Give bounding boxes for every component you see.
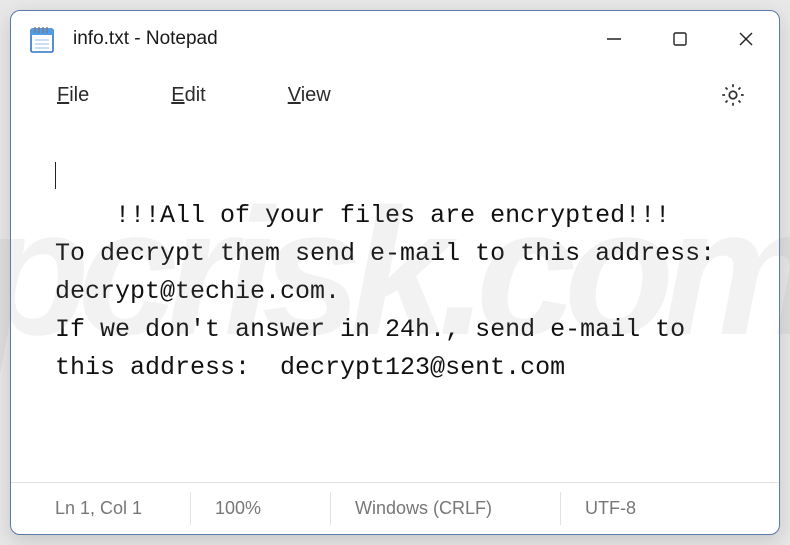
maximize-button[interactable] (647, 11, 713, 67)
status-position: Ln 1, Col 1 (11, 492, 191, 526)
text-area[interactable]: !!!All of your files are encrypted!!! To… (11, 123, 779, 482)
titlebar[interactable]: info.txt - Notepad (11, 11, 779, 67)
text-caret (55, 162, 56, 189)
settings-button[interactable] (715, 77, 751, 113)
notepad-window: info.txt - Notepad File Edit View !!!All… (10, 10, 780, 535)
window-controls (581, 11, 779, 67)
statusbar: Ln 1, Col 1 100% Windows (CRLF) UTF-8 (11, 482, 779, 534)
menubar: File Edit View (11, 67, 779, 123)
minimize-button[interactable] (581, 11, 647, 67)
status-zoom: 100% (191, 492, 331, 526)
notepad-icon (29, 24, 55, 54)
document-text: !!!All of your files are encrypted!!! To… (55, 201, 730, 382)
menu-edit[interactable]: Edit (161, 78, 215, 113)
window-title: info.txt - Notepad (73, 28, 581, 50)
menu-view[interactable]: View (278, 78, 341, 113)
menu-file[interactable]: File (47, 78, 99, 113)
close-button[interactable] (713, 11, 779, 67)
status-encoding: UTF-8 (561, 492, 779, 526)
status-eol: Windows (CRLF) (331, 492, 561, 526)
